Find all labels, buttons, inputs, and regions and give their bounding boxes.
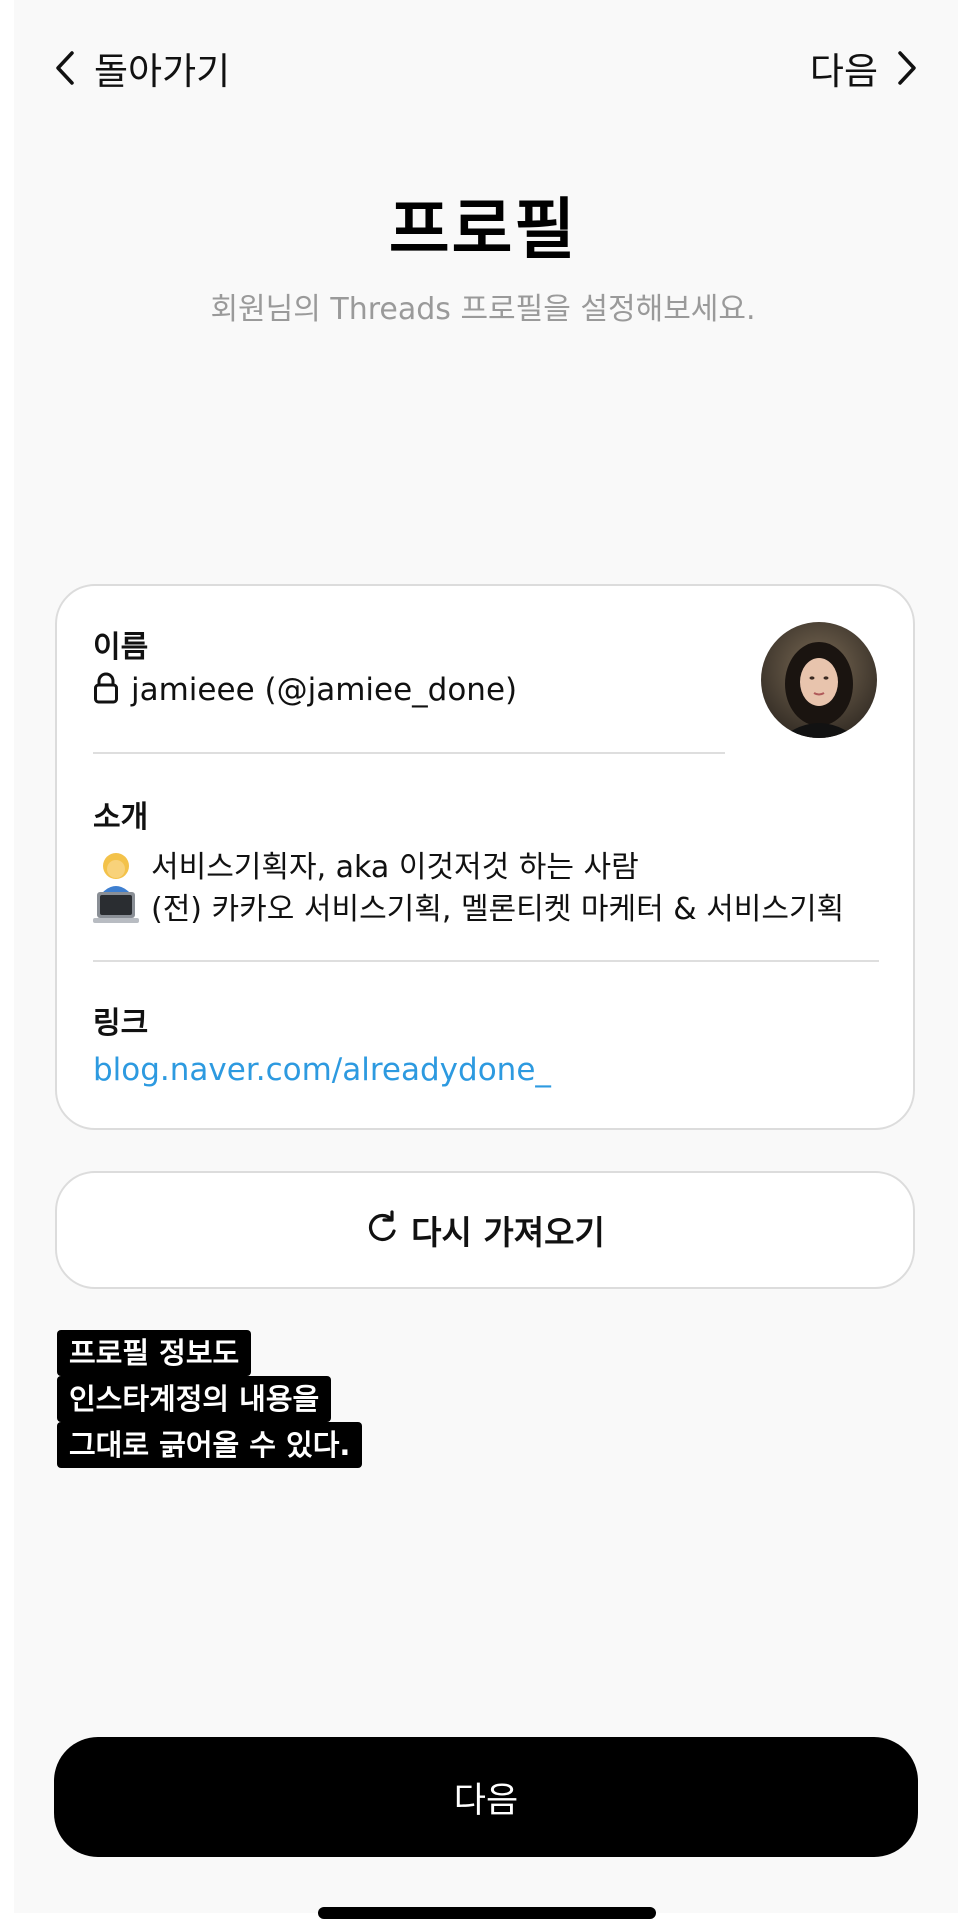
page-subtitle: 회원님의 Threads 프로필을 설정해보세요. bbox=[210, 292, 756, 327]
lock-icon bbox=[93, 672, 119, 708]
bio-line-2: (전) 카카오 서비스기획, 멜론티켓 마케터 & 서비스기획 bbox=[151, 892, 845, 927]
next-nav-button[interactable]: 다음 bbox=[810, 40, 918, 96]
caption-line: 그대로 긁어올 수 있다. bbox=[57, 1422, 363, 1468]
caption-line: 프로필 정보도 bbox=[57, 1330, 252, 1376]
next-button-label: 다음 bbox=[453, 1780, 519, 1821]
caption-overlay: 프로필 정보도 인스타계정의 내용을 그대로 긁어올 수 있다. bbox=[57, 1330, 363, 1468]
name-value: jamieee (@jamiee_done) bbox=[131, 672, 518, 708]
chevron-right-icon bbox=[896, 50, 918, 86]
home-indicator bbox=[318, 1907, 656, 1919]
next-nav-label: 다음 bbox=[809, 50, 878, 93]
technologist-emoji-icon bbox=[93, 848, 139, 928]
refresh-icon bbox=[365, 1209, 399, 1251]
back-button[interactable]: 돌아가기 bbox=[54, 40, 230, 96]
chevron-left-icon bbox=[54, 50, 76, 86]
profile-link[interactable]: blog.naver.com/alreadydone_ bbox=[93, 1052, 551, 1088]
name-label: 이름 bbox=[93, 630, 149, 665]
divider bbox=[93, 752, 725, 754]
bio-line-1: 서비스기획자, aka 이것저것 하는 사람 bbox=[151, 850, 639, 885]
bio-label: 소개 bbox=[93, 800, 149, 835]
caption-line: 인스타계정의 내용을 bbox=[57, 1376, 332, 1422]
page-title: 프로필 bbox=[388, 191, 578, 268]
next-button[interactable]: 다음 bbox=[54, 1737, 918, 1857]
reload-label: 다시 가져오기 bbox=[411, 1213, 605, 1252]
link-label: 링크 bbox=[93, 1006, 149, 1041]
name-field: jamieee (@jamiee_done) bbox=[93, 672, 517, 708]
reload-profile-button[interactable]: 다시 가져오기 bbox=[55, 1171, 915, 1289]
back-label: 돌아가기 bbox=[94, 50, 231, 93]
profile-card: 이름 jamieee (@jamiee_done) 소개 서비스기획자, aka… bbox=[55, 584, 915, 1130]
avatar[interactable] bbox=[761, 622, 877, 738]
divider bbox=[93, 960, 879, 962]
